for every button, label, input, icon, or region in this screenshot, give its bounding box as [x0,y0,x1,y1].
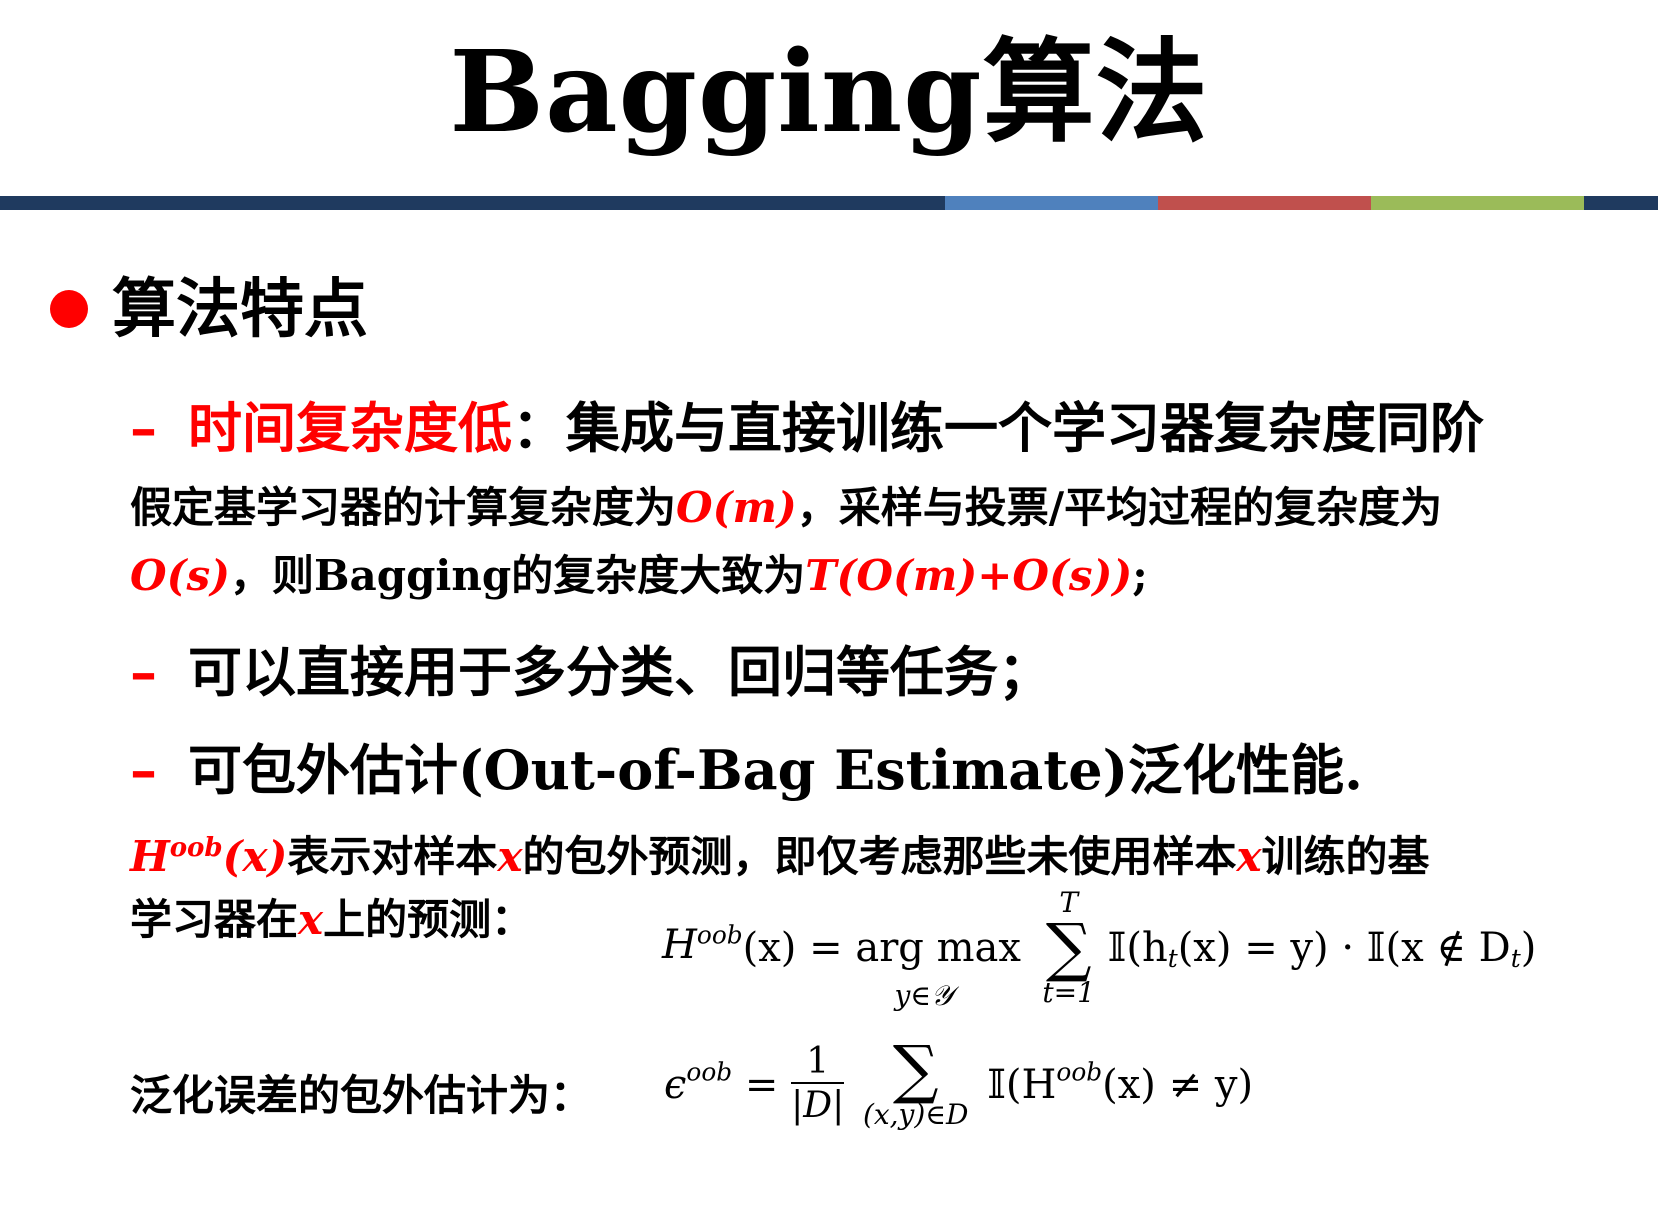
sum-icon: ∑ [892,1033,939,1107]
paragraph-complexity-line2: O(s)，则Bagging的复杂度大致为T(O(m)+O(s)); [130,548,1148,604]
dash-marker: – [130,738,157,802]
text: ; [1132,551,1148,600]
math-h: H [662,922,697,968]
text: 学习器在 [130,895,299,944]
paragraph-generalization: 泛化误差的包外估计为： [130,1071,593,1120]
math-sup: oob [1056,1057,1103,1087]
divider-segment-5 [1584,196,1658,210]
bullet-icon [50,290,88,328]
math-epsilon: ϵ [664,1062,687,1108]
paragraph-oob-line2: 学习器在x上的预测： [130,892,533,948]
dash-marker: – [130,396,157,460]
paragraph-complexity-line1: 假定基学习器的计算复杂度为O(m)，采样与投票/平均过程的复杂度为 [130,480,1442,536]
sum-lower: t=1 [1042,976,1095,1009]
divider-segment-2 [945,196,1158,210]
math-eq: = [744,1062,779,1108]
page-title: Bagging算法 [449,27,1209,158]
math-sub: t [1167,944,1178,973]
divider-segment-3 [1158,196,1371,210]
item-multiclass: 可以直接用于多分类、回归等任务； [188,640,1052,704]
fraction: 1 |D| [791,1042,845,1128]
math-rhs: (x) ≠ y) [1102,1062,1254,1108]
math-sup: oob [696,920,743,950]
math-sub: t [1510,944,1521,973]
divider-segment-4 [1371,196,1584,210]
formula-oob-error: ϵoob = 1 |D| ∑ (x,y)∈D 𝕀(Hoob(x) ≠ y) [664,1033,1254,1131]
math-rhs: 𝕀(H [987,1062,1057,1108]
summation: T ∑ t=1 [1042,888,1095,1008]
text: 表示对样本 [287,832,498,881]
item-time-complexity: 时间复杂度低：集成与直接训练一个学习器复杂度同阶 [188,396,1484,460]
fraction-denominator: |D| [791,1085,845,1126]
section-heading: 算法特点 [112,272,368,347]
summation: ∑ (x,y)∈D [862,1033,969,1131]
item-text: ：集成与直接训练一个学习器复杂度同阶 [512,396,1484,460]
argmax-subscript: y∈𝒴 [874,981,974,1011]
math-rhs: 𝕀(h [1107,925,1168,971]
text: ，采样与投票/平均过程的复杂度为 [796,483,1443,532]
text: 训练的基 [1261,832,1430,881]
text: 的包外预测，即仅考虑那些未使用样本 [522,832,1237,881]
text: 假定基学习器的计算复杂度为 [130,483,677,532]
math-rhs: ) [1520,925,1537,971]
header-divider-bar [0,196,1658,210]
math-x: x [298,895,324,944]
text: ，则Bagging的复杂度大致为 [229,551,806,600]
item-oob-estimate: 可包外估计(Out-of-Bag Estimate)泛化性能. [188,738,1363,802]
math-x: x [1236,832,1262,881]
sum-icon: ∑ [1045,911,1092,985]
math-x: x [497,832,523,881]
formula-oob-prediction: Hoob(x) = arg max y∈𝒴 T ∑ t=1 𝕀(ht(x) = … [662,888,1537,1011]
sum-lower: (x,y)∈D [862,1098,969,1131]
highlight-text: 时间复杂度低 [188,396,512,460]
math-oob: oob [169,833,223,863]
paragraph-oob-line1: Hoob(x)表示对样本x的包外预测，即仅考虑那些未使用样本x训练的基 [130,820,1430,885]
math-under: y∈𝒴 [894,979,953,1012]
divider-segment-1 [0,196,945,210]
math-h: H [130,832,170,881]
math-argmax: (x) = arg max [742,925,1021,971]
dash-marker: – [130,640,157,704]
text: 上的预测： [323,895,534,944]
math-sup: oob [686,1057,733,1087]
math-total: T(O(m)+O(s)) [805,551,1133,600]
math-x: (x) [222,832,288,881]
math-om: O(m) [676,483,797,532]
math-rhs: (x) = y) · 𝕀(x ∉ D [1177,925,1511,971]
fraction-numerator: 1 [791,1042,845,1084]
math-os: O(s) [130,551,230,600]
